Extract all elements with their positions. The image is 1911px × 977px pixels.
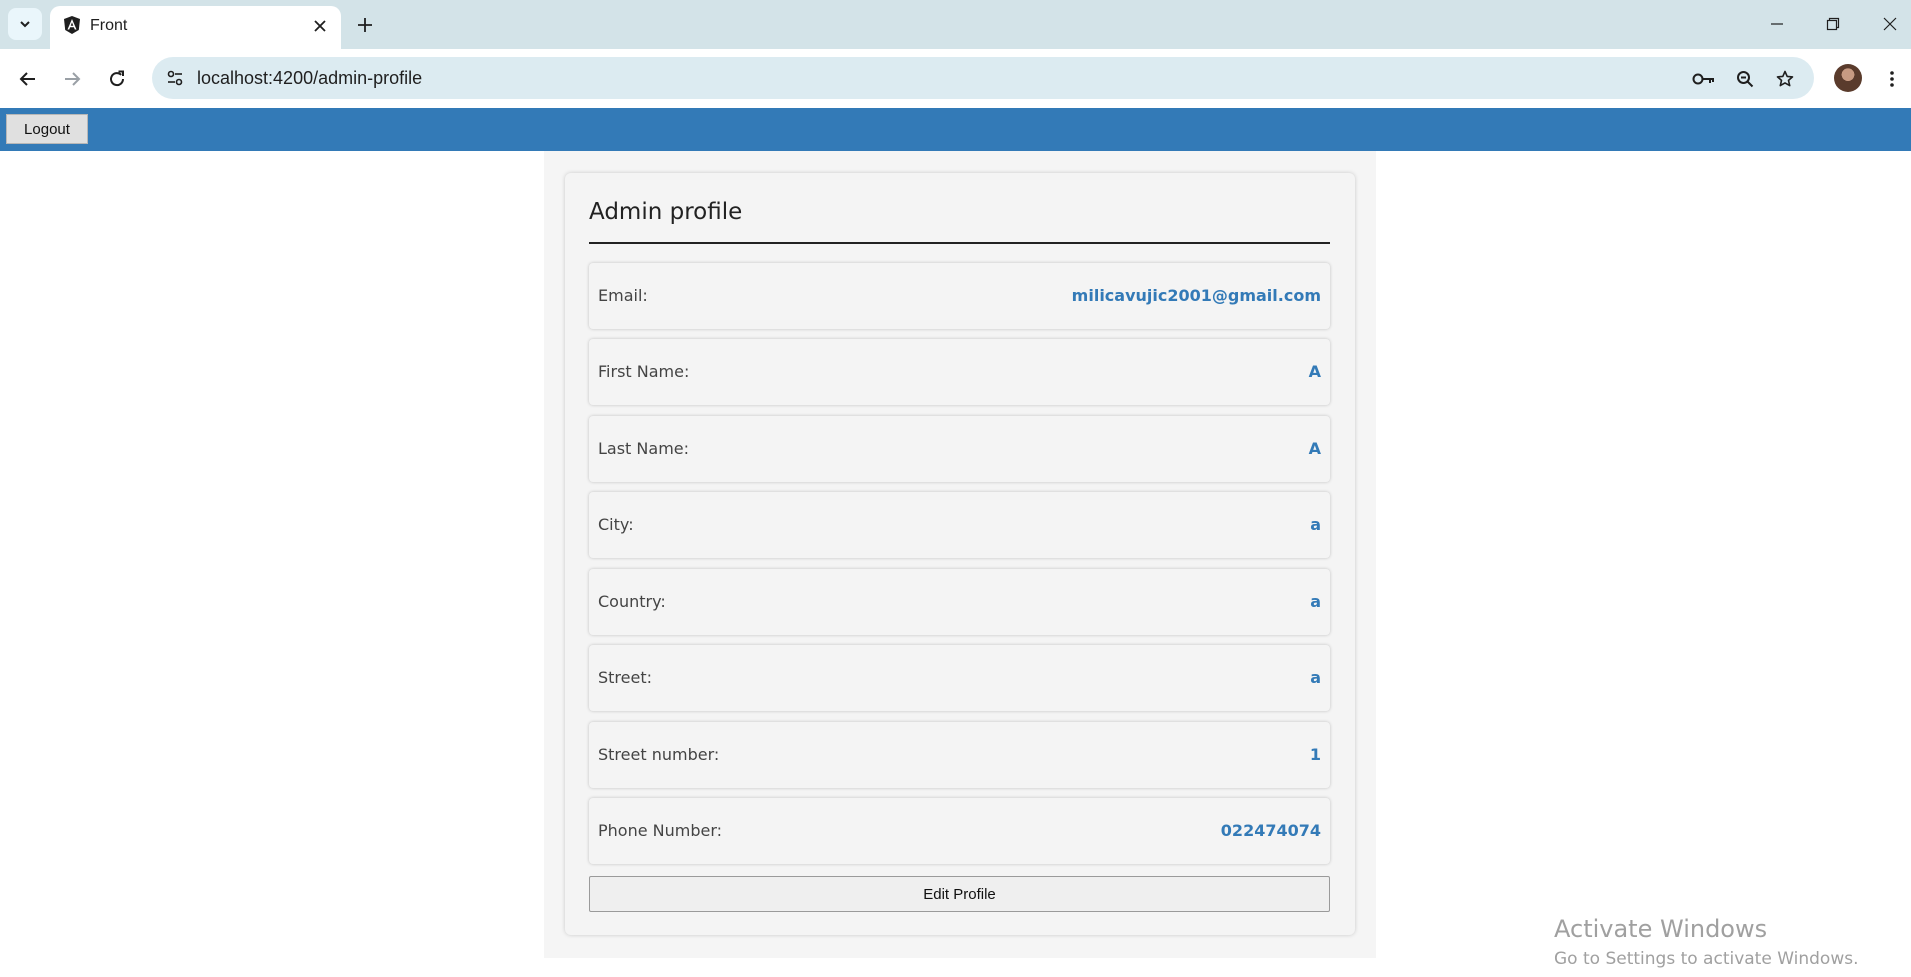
field-value: A <box>1308 439 1321 458</box>
star-icon <box>1776 70 1794 87</box>
page-title: Admin profile <box>589 199 743 225</box>
minimize-icon <box>1771 23 1783 25</box>
plus-icon <box>358 18 372 32</box>
field-label: Street number: <box>598 745 720 764</box>
logout-button[interactable]: Logout <box>6 114 88 144</box>
chevron-down-icon <box>20 21 30 28</box>
watermark-title: Activate Windows <box>1554 915 1768 943</box>
field-value: 022474074 <box>1220 821 1321 840</box>
profile-row-email: Email: milicavujic2001@gmail.com <box>589 263 1330 329</box>
close-window-button[interactable] <box>1870 8 1910 40</box>
close-icon <box>1883 17 1897 31</box>
field-value: milicavujic2001@gmail.com <box>1071 286 1321 305</box>
bookmark-button[interactable] <box>1770 64 1800 94</box>
profile-card: Admin profile Email: milicavujic2001@gma… <box>565 173 1355 935</box>
tab-title: Front <box>90 17 128 34</box>
tab-search-button[interactable] <box>8 8 42 40</box>
profile-row-city: City: a <box>589 492 1330 558</box>
reload-icon <box>110 70 125 87</box>
profile-container: Admin profile Email: milicavujic2001@gma… <box>544 151 1376 958</box>
edit-profile-button[interactable]: Edit Profile <box>589 876 1330 912</box>
url-text[interactable]: localhost:4200/admin-profile <box>197 68 422 89</box>
profile-row-first-name: First Name: A <box>589 339 1330 405</box>
forward-button[interactable] <box>56 63 88 95</box>
password-key-button[interactable] <box>1689 64 1719 94</box>
profile-row-country: Country: a <box>589 569 1330 635</box>
tab-close-button[interactable] <box>308 14 332 38</box>
new-tab-button[interactable] <box>351 11 379 39</box>
restore-icon <box>1826 17 1840 31</box>
back-button[interactable] <box>12 63 44 95</box>
arrow-right-icon <box>65 72 81 86</box>
more-vertical-icon <box>1890 71 1894 87</box>
watermark-subtitle: Go to Settings to activate Windows. <box>1554 949 1859 969</box>
tune-icon <box>167 70 183 86</box>
address-bar[interactable]: localhost:4200/admin-profile <box>152 57 1814 99</box>
profile-row-phone-number: Phone Number: 022474074 <box>589 798 1330 864</box>
field-label: Last Name: <box>598 439 690 458</box>
field-value: A <box>1308 362 1321 381</box>
field-value: 1 <box>1309 745 1321 764</box>
field-label: Email: <box>598 286 648 305</box>
field-value: a <box>1310 515 1321 534</box>
title-divider <box>589 242 1330 244</box>
browser-toolbar: localhost:4200/admin-profile <box>0 49 1911 108</box>
profile-avatar[interactable] <box>1834 64 1862 92</box>
field-label: First Name: <box>598 362 690 381</box>
windows-activation-watermark: Activate Windows Go to Settings to activ… <box>1554 915 1859 969</box>
browser-tabstrip: Front <box>0 0 1911 49</box>
browser-tab-front[interactable]: Front <box>50 6 341 49</box>
app-header: Logout <box>0 108 1911 151</box>
profile-row-last-name: Last Name: A <box>589 416 1330 482</box>
zoom-out-icon <box>1737 71 1754 88</box>
field-label: City: <box>598 515 634 534</box>
profile-row-street-number: Street number: 1 <box>589 722 1330 788</box>
key-icon <box>1692 73 1714 85</box>
reload-button[interactable] <box>101 63 133 95</box>
zoom-button[interactable] <box>1730 64 1760 94</box>
site-info-button[interactable] <box>160 63 190 93</box>
field-value: a <box>1310 592 1321 611</box>
restore-window-button[interactable] <box>1813 8 1853 40</box>
angular-logo-icon <box>64 16 80 34</box>
field-label: Phone Number: <box>598 821 723 840</box>
close-icon <box>314 20 326 32</box>
minimize-window-button[interactable] <box>1757 8 1797 40</box>
profile-row-street: Street: a <box>589 645 1330 711</box>
field-label: Street: <box>598 668 653 687</box>
field-value: a <box>1310 668 1321 687</box>
arrow-left-icon <box>19 72 35 86</box>
field-label: Country: <box>598 592 666 611</box>
browser-menu-button[interactable] <box>1880 63 1904 95</box>
